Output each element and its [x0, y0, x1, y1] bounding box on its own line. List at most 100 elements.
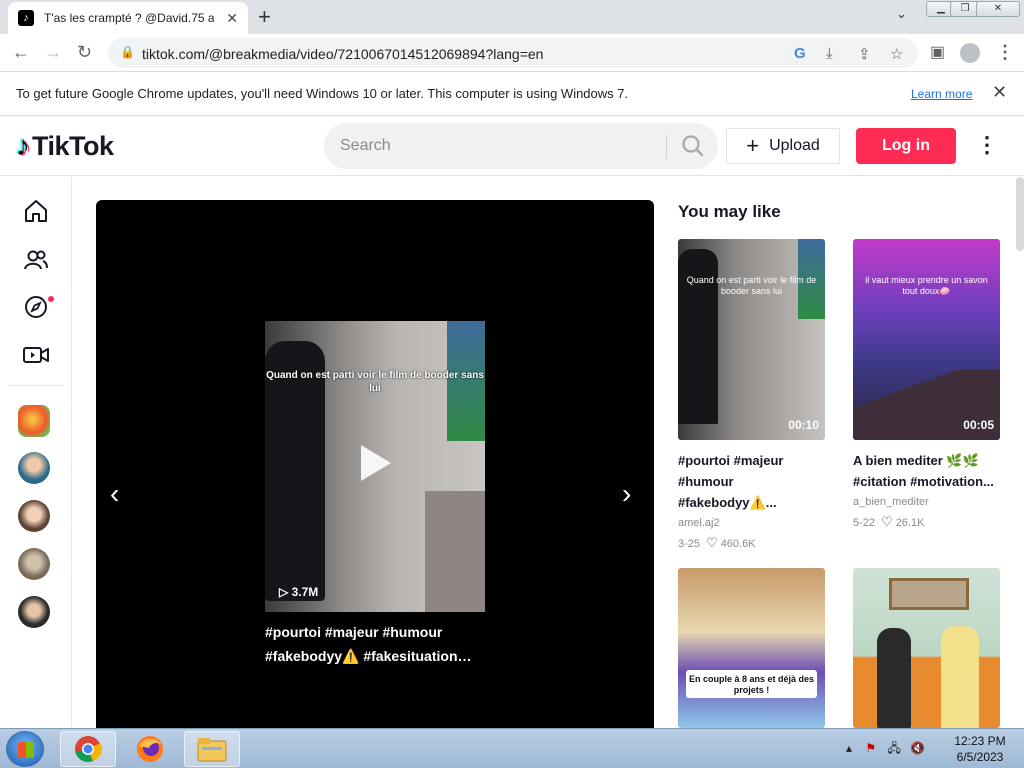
video-frame-cabinet [425, 491, 485, 612]
taskbar-clock[interactable]: 12:23 PM 6/5/2023 [940, 733, 1020, 765]
video-title[interactable]: A bien mediter 🌿🌿#citation #motivation..… [853, 450, 1001, 492]
windows-taskbar: ▴ ⚑ 🖧 🔇 12:23 PM 6/5/2023 [0, 728, 1024, 768]
tiktok-logo[interactable]: ♪ TikTok [16, 130, 114, 162]
close-window-button[interactable]: ✕ [976, 1, 1020, 17]
upload-button[interactable]: + Upload [726, 128, 840, 164]
video-title[interactable]: #pourtoi #majeur #humour #fakebodyy⚠️... [678, 450, 826, 513]
browser-toolbar: ← → ↻ 🔒 tiktok.com/@breakmedia/video/721… [0, 34, 1024, 72]
learn-more-link[interactable]: Learn more [911, 87, 972, 101]
following-icon[interactable] [20, 244, 52, 276]
infobar-close-icon[interactable]: ✕ [992, 82, 1007, 103]
creator-avatar-2[interactable] [18, 452, 50, 484]
view-play-icon: ▷ [279, 585, 292, 599]
windows-logo-icon [18, 742, 34, 758]
tiktok-header: ♪ TikTok Search + Upload Log in ⋮ [0, 116, 1024, 176]
address-bar[interactable]: 🔒 tiktok.com/@breakmedia/video/721006701… [108, 38, 918, 68]
show-hidden-icons-icon[interactable]: ▴ [846, 741, 852, 755]
sidebar-divider [8, 385, 64, 386]
share-icon[interactable]: ⇪ [858, 45, 871, 63]
live-icon[interactable] [20, 339, 52, 371]
video-thumbnail[interactable]: Quand on est parti voir le film de boode… [678, 239, 825, 440]
page-scrollbar[interactable] [1016, 177, 1024, 251]
creator-avatar-1[interactable] [18, 405, 50, 437]
chrome-update-infobar: To get future Google Chrome updates, you… [0, 72, 1024, 116]
new-tab-icon[interactable]: + [258, 4, 271, 30]
like-count: 26.1K [895, 517, 925, 529]
previous-video-chevron-icon[interactable]: ‹ [110, 478, 119, 510]
side-panel-icon[interactable]: ▣ [930, 42, 945, 62]
heart-icon: ♡ [881, 514, 893, 529]
video-description[interactable]: #pourtoi #majeur #humour #fakebodyy⚠️ #f… [265, 620, 495, 668]
search-icon[interactable] [680, 133, 706, 159]
video-date: 3-25 [678, 538, 701, 550]
taskbar-explorer-button[interactable] [184, 731, 240, 767]
browser-tab[interactable]: ♪ T'as les crampté ? @David.75 a i ✕ [8, 2, 248, 34]
google-lens-icon[interactable]: G [794, 45, 806, 62]
next-video-chevron-icon[interactable]: › [622, 478, 631, 510]
thumbnail-caption: il vaut mieux prendre un savon tout doux… [865, 275, 988, 296]
address-url[interactable]: tiktok.com/@breakmedia/video/72100670145… [142, 46, 543, 62]
view-count-value: 3.7M [291, 585, 319, 599]
thumbnail-caption: En couple à 8 ans et déjà des projets ! [688, 674, 815, 695]
thumbnail-caption: Quand on est parti voir le film de boode… [686, 275, 817, 296]
tab-search-chevron-icon[interactable]: ⌄ [896, 6, 907, 22]
video-meta: 3-25 ♡ 460.6K [678, 535, 826, 551]
bookmark-star-icon[interactable]: ☆ [890, 45, 903, 63]
video-player[interactable]: Quand on est parti voir le film de boode… [265, 321, 485, 612]
start-button[interactable] [6, 731, 44, 767]
heart-icon: ♡ [706, 535, 718, 550]
you-may-like-heading: You may like [678, 202, 781, 221]
creator-avatar-5[interactable] [18, 596, 50, 628]
install-app-icon[interactable]: ⤓ [826, 45, 833, 62]
recommended-video-card[interactable] [853, 568, 1001, 728]
video-author[interactable]: amel.aj2 [678, 517, 826, 529]
login-button[interactable]: Log in [856, 128, 956, 164]
system-tray: ▴ ⚑ 🖧 🔇 [846, 739, 925, 760]
firefox-icon [137, 736, 163, 762]
clock-date: 6/5/2023 [956, 750, 1004, 764]
video-duration: 00:10 [788, 418, 819, 432]
upload-label: Upload [769, 137, 820, 154]
video-caption: Quand on est parti voir le film de boode… [266, 370, 484, 394]
recommended-video-card[interactable]: il vaut mieux prendre un savon tout doux… [853, 239, 1001, 530]
play-icon[interactable] [361, 445, 391, 481]
profile-avatar-icon[interactable] [960, 43, 980, 63]
tab-close-icon[interactable]: ✕ [226, 10, 238, 27]
tiktok-favicon-icon: ♪ [18, 10, 34, 26]
home-icon[interactable] [20, 195, 52, 227]
taskbar-firefox-button[interactable] [122, 731, 178, 767]
thumbnail-painting [889, 578, 969, 610]
video-duration: 00:05 [963, 418, 994, 432]
chrome-menu-icon[interactable]: ⋮ [996, 42, 1014, 63]
video-thumbnail[interactable] [853, 568, 1000, 728]
taskbar-chrome-button[interactable] [60, 731, 116, 767]
search-input[interactable]: Search [340, 137, 391, 155]
search-bar[interactable]: Search [324, 123, 718, 169]
video-stage: ‹ › Quand on est parti voir le film de b… [96, 200, 654, 728]
video-thumbnail[interactable]: En couple à 8 ans et déjà des projets ! [678, 568, 825, 728]
lock-icon[interactable]: 🔒 [120, 45, 135, 59]
recommended-video-card[interactable]: Quand on est parti voir le film de boode… [678, 239, 826, 551]
clock-time: 12:23 PM [954, 734, 1006, 748]
chrome-icon [75, 736, 102, 762]
thumbnail-person-left [877, 628, 911, 728]
tab-title: T'as les crampté ? @David.75 a i [44, 11, 214, 25]
folder-icon [197, 738, 227, 762]
explore-icon[interactable] [20, 291, 52, 323]
video-date: 5-22 [853, 517, 876, 529]
tiktok-note-icon: ♪ [16, 130, 30, 161]
action-center-flag-icon[interactable]: ⚑ [865, 741, 876, 755]
creator-avatar-3[interactable] [18, 500, 50, 532]
forward-arrow-icon[interactable]: → [44, 42, 62, 63]
reload-icon[interactable]: ↻ [77, 42, 92, 63]
infobar-message: To get future Google Chrome updates, you… [16, 86, 629, 101]
video-author[interactable]: a_bien_mediter [853, 496, 1001, 508]
recommended-video-card[interactable]: En couple à 8 ans et déjà des projets ! [678, 568, 826, 728]
more-menu-icon[interactable]: ⋮ [976, 132, 998, 158]
video-thumbnail[interactable]: il vaut mieux prendre un savon tout doux… [853, 239, 1000, 440]
plus-icon: + [746, 133, 760, 158]
creator-avatar-4[interactable] [18, 548, 50, 580]
network-icon[interactable]: 🖧 [887, 741, 900, 755]
back-arrow-icon[interactable]: ← [12, 42, 30, 63]
volume-muted-icon[interactable]: 🔇 [910, 741, 925, 755]
